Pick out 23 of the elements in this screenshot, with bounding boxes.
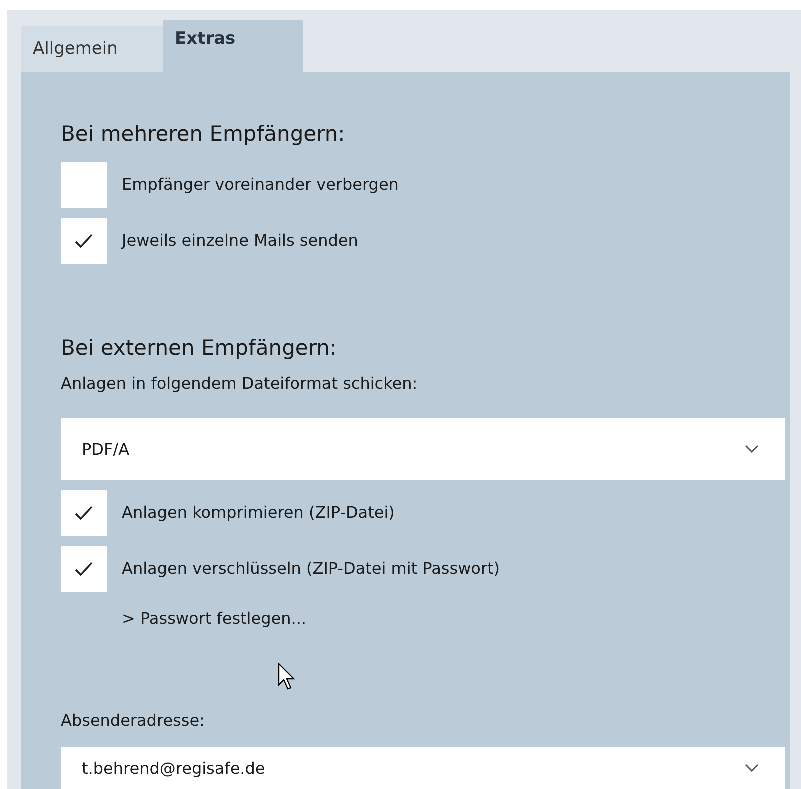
- tab[interactable]: Extras: [163, 20, 303, 72]
- section-heading: Bei externen Empfängern:: [61, 335, 338, 362]
- field-label: Anlagen in folgendem Dateiformat schicken:: [61, 373, 419, 395]
- field-label: Absenderadresse:: [61, 710, 206, 732]
- set-password-link[interactable]: > Passwort festlegen...: [122, 607, 306, 631]
- mouse-cursor-icon: [278, 663, 296, 691]
- chevron-down-icon: [745, 445, 759, 453]
- section-heading: Bei mehreren Empfängern:: [61, 121, 346, 148]
- checkbox[interactable]: [61, 162, 107, 208]
- checkbox-label: Anlagen komprimieren (ZIP-Datei): [122, 502, 395, 524]
- chevron-down-icon: [745, 764, 759, 772]
- checkmark-icon: [74, 505, 94, 521]
- dropdown[interactable]: PDF/A: [61, 418, 785, 480]
- checkbox-label: Anlagen verschlüsseln (ZIP-Datei mit Passwort): [122, 558, 500, 580]
- checkmark-icon: [74, 561, 94, 577]
- checkbox[interactable]: [61, 218, 107, 264]
- checkbox[interactable]: [61, 490, 107, 536]
- checkmark-icon: [74, 233, 94, 249]
- checkbox-label: Empfänger voreinander verbergen: [122, 174, 399, 196]
- tab[interactable]: Allgemein: [21, 26, 163, 72]
- checkbox-label: Jeweils einzelne Mails senden: [122, 230, 358, 252]
- dropdown[interactable]: t.behrend@regisafe.de: [61, 747, 785, 789]
- checkbox[interactable]: [61, 546, 107, 592]
